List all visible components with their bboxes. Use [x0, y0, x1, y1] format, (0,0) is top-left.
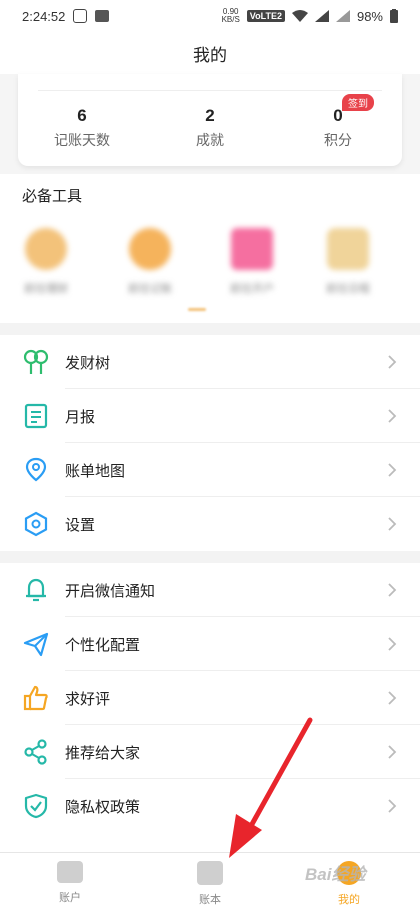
annotation-arrow-icon [229, 717, 313, 858]
